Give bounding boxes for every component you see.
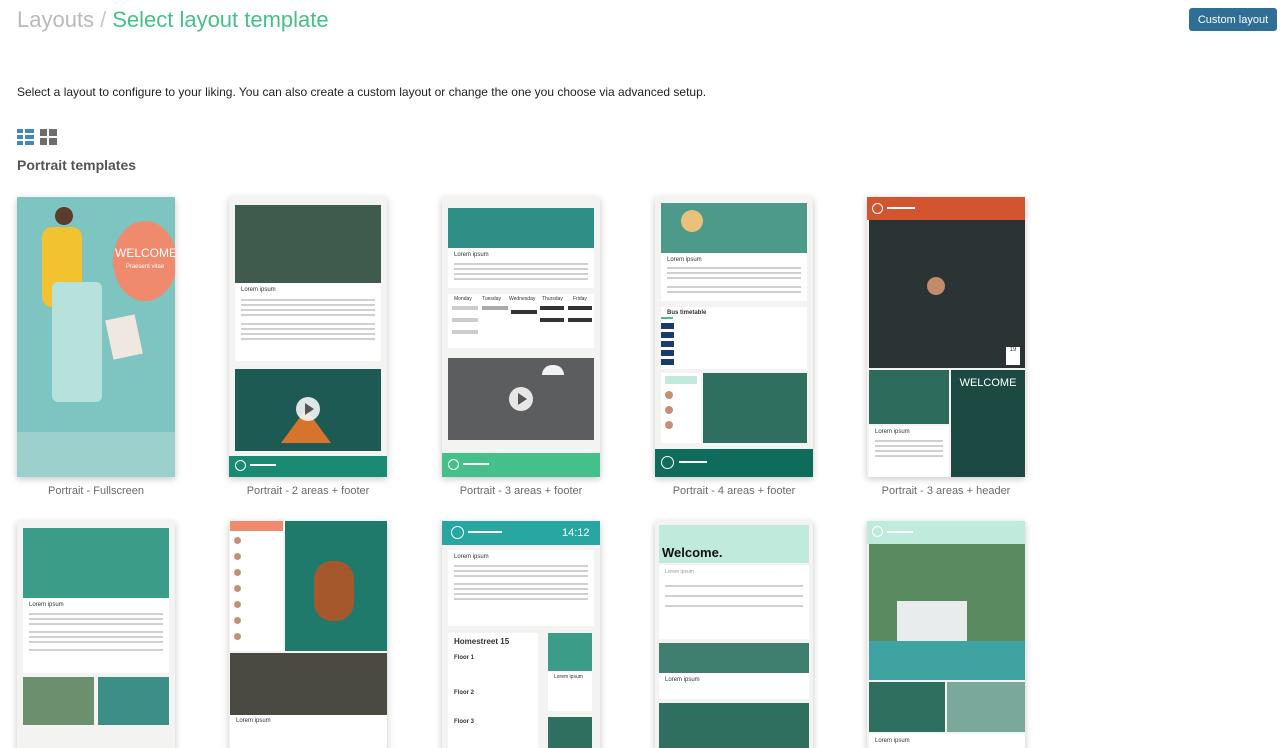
basketball-image bbox=[23, 528, 169, 598]
template-card-row2-2[interactable]: Lorem ipsum bbox=[229, 521, 387, 748]
reading-image bbox=[869, 370, 949, 424]
header-bar bbox=[867, 521, 1025, 544]
breadcrumb-separator: / bbox=[100, 7, 107, 32]
layout-template-page: Layouts / Select layout template Custom la… bbox=[0, 0, 1288, 748]
house-image bbox=[23, 677, 94, 725]
template-caption: Portrait - Fullscreen bbox=[48, 485, 144, 497]
clock-text: 14:12 bbox=[562, 527, 590, 539]
forest-image bbox=[235, 205, 381, 283]
area-title: Lorem ipsum bbox=[667, 257, 702, 263]
section-title-portrait: Portrait templates bbox=[17, 157, 137, 173]
area-title: Lorem ipsum bbox=[454, 554, 489, 560]
template-caption: Portrait - 3 areas + header bbox=[881, 485, 1011, 497]
shopping-bag bbox=[105, 314, 143, 360]
template-card-row2-3[interactable]: 14:12 Lorem ipsum Homestreet 15 Floor 1 … bbox=[442, 521, 600, 748]
text-area: Lorem ipsum bbox=[235, 283, 381, 361]
template-caption: Portrait - 3 areas + footer bbox=[459, 485, 583, 497]
welcome-text: WELCOME! bbox=[115, 246, 175, 260]
directory-list: Homestreet 15 Floor 1 Floor 2 Floor 3 bbox=[448, 633, 538, 748]
dog-shape bbox=[314, 561, 354, 621]
play-icon bbox=[509, 387, 533, 411]
office-image bbox=[230, 653, 387, 715]
area-title: Lorem ipsum bbox=[875, 738, 910, 744]
date-badge: 19 bbox=[1006, 347, 1020, 365]
office-image bbox=[869, 220, 1025, 368]
bus-timetable: Bus timetable bbox=[661, 307, 807, 369]
header-bar bbox=[867, 197, 1025, 220]
breadcrumb-layouts-link[interactable]: Layouts bbox=[17, 7, 94, 32]
grid-view-icon[interactable] bbox=[40, 129, 57, 145]
page-title: Select layout template bbox=[112, 7, 329, 32]
person-head bbox=[681, 210, 703, 232]
menu-table: Lorem ipsum bbox=[659, 565, 809, 639]
breadcrumb: Layouts / Select layout template bbox=[17, 6, 329, 34]
footer-bar bbox=[655, 449, 813, 477]
welcome-title: Welcome. bbox=[662, 545, 723, 560]
text-area: Lorem ipsum bbox=[661, 253, 807, 301]
food-image bbox=[659, 643, 809, 673]
pool-water bbox=[869, 641, 1025, 680]
footer-bar bbox=[229, 456, 387, 477]
court-image bbox=[548, 633, 592, 671]
pool-image bbox=[98, 677, 169, 725]
soup-image bbox=[659, 703, 809, 748]
template-card-portrait-3-areas-header[interactable]: 19 WELCOME Lorem ipsum bbox=[867, 197, 1025, 477]
welcome-title: WELCOME bbox=[959, 377, 1017, 389]
bathroom-image bbox=[947, 682, 1025, 732]
custom-layout-button[interactable]: Custom layout bbox=[1189, 8, 1277, 31]
bus-title: Bus timetable bbox=[667, 310, 707, 316]
footer-bar bbox=[442, 453, 600, 477]
template-card-row2-4[interactable]: Welcome. Lorem ipsum Lorem ipsum bbox=[655, 521, 813, 748]
floor-image bbox=[17, 432, 175, 477]
area-title: Lorem ipsum bbox=[875, 429, 910, 435]
directory-title: Homestreet 15 bbox=[454, 637, 510, 646]
template-caption: Portrait - 2 areas + footer bbox=[246, 485, 370, 497]
aquarium-image bbox=[703, 373, 807, 443]
area-title: Lorem ipsum bbox=[241, 287, 276, 293]
template-card-row2-1[interactable]: Lorem ipsum bbox=[17, 521, 175, 748]
contact-list bbox=[661, 373, 701, 443]
template-card-portrait-4-areas-footer[interactable]: Lorem ipsum Bus timetable bbox=[655, 197, 813, 477]
template-card-portrait-3-areas-footer[interactable]: Lorem ipsum Monday Tuesday Wednesday Thu… bbox=[442, 197, 600, 477]
welcome-circle bbox=[113, 221, 175, 301]
template-card-portrait-fullscreen[interactable]: WELCOME! Praesent vitae bbox=[17, 197, 175, 477]
template-card-row2-5[interactable]: Lorem ipsum bbox=[867, 521, 1025, 748]
text-area: Lorem ipsum bbox=[869, 426, 949, 477]
welcome-subtext: Praesent vitae bbox=[125, 264, 165, 270]
header-bar: 14:12 bbox=[442, 521, 600, 545]
person-head bbox=[927, 277, 945, 295]
person-pants bbox=[52, 282, 102, 402]
list-view-icon[interactable] bbox=[17, 129, 34, 145]
area-title: Lorem ipsum bbox=[454, 252, 489, 258]
person-head bbox=[55, 207, 73, 225]
area-title: Lorem ipsum bbox=[236, 718, 271, 724]
area-title: Lorem ipsum bbox=[665, 677, 700, 683]
template-caption: Portrait - 4 areas + footer bbox=[672, 485, 796, 497]
text-area: Lorem ipsum bbox=[448, 248, 594, 288]
play-icon bbox=[296, 397, 320, 421]
text-area: Lorem ipsum bbox=[23, 598, 169, 673]
schedule-table: Monday Tuesday Wednesday Thursday Friday bbox=[448, 294, 594, 348]
area-title: Lorem ipsum bbox=[29, 602, 64, 608]
lounge-image bbox=[869, 682, 945, 732]
villa-house bbox=[897, 601, 967, 641]
contact-list bbox=[230, 531, 283, 651]
template-card-portrait-2-areas-footer[interactable]: Lorem ipsum bbox=[229, 197, 387, 477]
circuit-image bbox=[448, 208, 594, 248]
page-description: Select a layout to configure to your lik… bbox=[17, 85, 707, 99]
text-area: Lorem ipsum bbox=[448, 550, 594, 626]
